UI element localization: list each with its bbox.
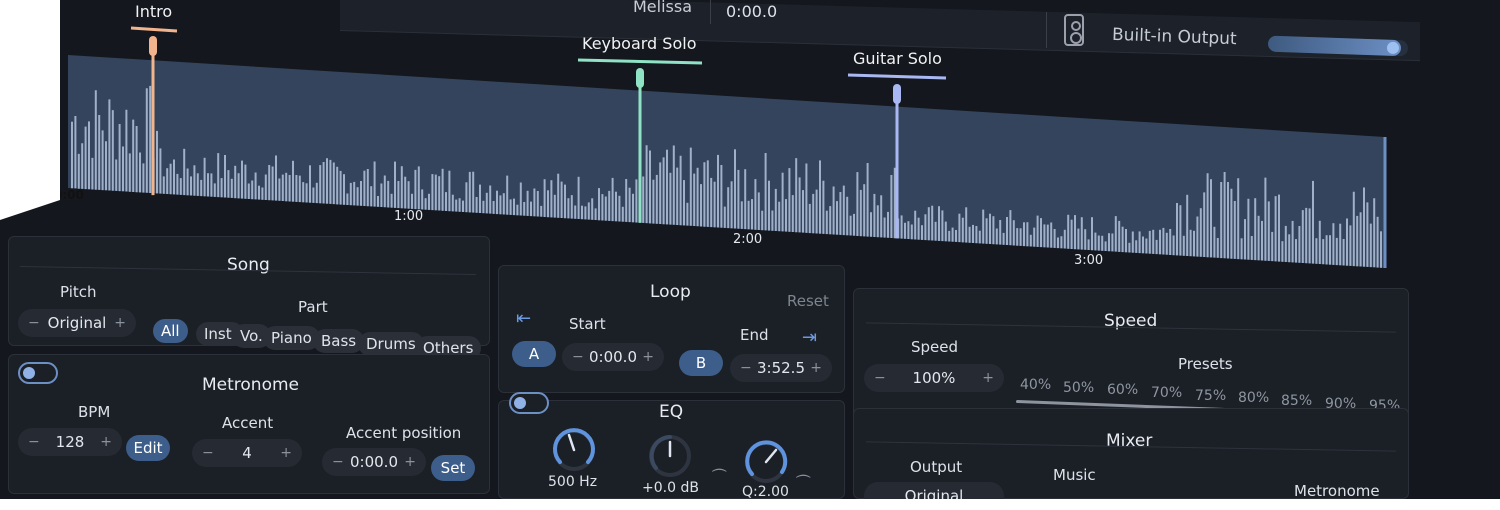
pitch-decrease-button[interactable]: − xyxy=(28,315,40,331)
part-bass-button[interactable]: Bass xyxy=(313,329,365,353)
bpm-value: 128 xyxy=(55,433,85,451)
accent-value: 4 xyxy=(242,444,252,462)
speed-value: 100% xyxy=(912,369,956,387)
pitch-increase-button[interactable]: + xyxy=(114,315,126,331)
metronome-toggle[interactable] xyxy=(18,362,58,384)
accent-position-decrease-button[interactable]: − xyxy=(332,454,344,470)
preset-40[interactable]: 40% xyxy=(1020,377,1051,393)
eq-frequency-value: 500 Hz xyxy=(548,474,598,490)
mixer-metronome-label: Metronome xyxy=(1294,482,1380,500)
accent-stepper[interactable]: − 4 + xyxy=(192,439,302,467)
timeline-start-label: 0:00 xyxy=(54,188,84,202)
marker-label-keyboard-solo[interactable]: Keyboard Solo xyxy=(582,34,696,53)
part-drums-button[interactable]: Drums xyxy=(358,332,424,356)
loop-reset-button[interactable]: Reset xyxy=(787,292,829,310)
speed-stepper[interactable]: − 100% + xyxy=(864,364,1004,392)
mixer-output-label: Output xyxy=(910,458,963,476)
loop-end-decrease-button[interactable]: − xyxy=(740,360,752,376)
marker-handle-keyboard-solo[interactable] xyxy=(636,68,644,88)
part-piano-button[interactable]: Piano xyxy=(263,326,320,350)
jump-to-start-icon[interactable]: ⇤ xyxy=(516,308,531,329)
loop-end-increase-button[interactable]: + xyxy=(810,360,822,376)
speed-increase-button[interactable]: + xyxy=(982,370,994,386)
marker-handle-intro[interactable] xyxy=(149,36,157,56)
accent-decrease-button[interactable]: − xyxy=(202,445,214,461)
loop-start-value: 0:00.0 xyxy=(589,348,637,366)
preset-50[interactable]: 50% xyxy=(1063,380,1094,396)
time-label-3: 3:00 xyxy=(1074,253,1104,268)
presets-label: Presets xyxy=(1178,355,1233,373)
mixer-title: Mixer xyxy=(1106,431,1153,451)
eq-title: EQ xyxy=(659,402,684,422)
time-label-1: 1:00 xyxy=(394,209,424,224)
accent-position-increase-button[interactable]: + xyxy=(404,454,416,470)
part-all-button[interactable]: All xyxy=(153,319,188,343)
accent-position-value: 0:00.0 xyxy=(350,453,398,471)
marker-label-guitar-solo[interactable]: Guitar Solo xyxy=(853,49,942,68)
mixer-music-label: Music xyxy=(1053,466,1096,484)
pitch-value: Original xyxy=(47,314,107,332)
eq-shape-wide-icon[interactable]: ⏜ xyxy=(796,474,810,492)
speed-label: Speed xyxy=(911,338,959,356)
loop-start-label: Start xyxy=(569,315,606,333)
pitch-label: Pitch xyxy=(60,283,97,301)
bpm-stepper[interactable]: − 128 + xyxy=(18,428,122,456)
eq-gain-value: +0.0 dB xyxy=(642,480,699,496)
preset-75[interactable]: 75% xyxy=(1195,388,1226,404)
speed-decrease-button[interactable]: − xyxy=(874,370,886,386)
eq-gain-knob[interactable] xyxy=(646,432,694,480)
eq-toggle[interactable] xyxy=(509,392,549,414)
marker-underline-intro xyxy=(130,26,178,33)
eq-frequency-knob[interactable] xyxy=(550,426,598,474)
loop-end-stepper[interactable]: − 3:52.5 + xyxy=(730,354,832,382)
preset-85[interactable]: 85% xyxy=(1281,393,1312,409)
loop-start-stepper[interactable]: − 0:00.0 + xyxy=(562,343,664,371)
marker-handle-guitar-solo[interactable] xyxy=(893,84,901,104)
marker-underline-guitar-solo xyxy=(847,73,947,80)
mixer-output-select[interactable]: Original xyxy=(864,482,1004,505)
bpm-edit-button[interactable]: Edit xyxy=(126,435,170,461)
app-window: Melissa 0:00.0 Built-in Output 0:00 1:00… xyxy=(0,0,1500,499)
song-title: Song xyxy=(227,255,270,275)
accent-label: Accent xyxy=(222,414,274,432)
jump-to-end-icon[interactable]: ⇥ xyxy=(802,327,817,348)
marker-underline-keyboard-solo xyxy=(577,58,703,65)
loop-title: Loop xyxy=(650,282,691,302)
metronome-title: Metronome xyxy=(202,375,300,395)
bpm-label: BPM xyxy=(78,403,111,421)
mixer-output-value: Original xyxy=(904,487,964,505)
accent-increase-button[interactable]: + xyxy=(280,445,292,461)
eq-q-value: Q:2.00 xyxy=(742,484,789,500)
bpm-increase-button[interactable]: + xyxy=(100,434,112,450)
preset-70[interactable]: 70% xyxy=(1151,385,1182,401)
loop-set-b-button[interactable]: B xyxy=(679,350,723,376)
marker-label-intro[interactable]: Intro xyxy=(135,2,172,21)
loop-set-a-button[interactable]: A xyxy=(512,341,556,367)
accent-position-label: Accent position xyxy=(346,424,462,442)
eq-q-knob[interactable] xyxy=(742,438,790,486)
preset-60[interactable]: 60% xyxy=(1107,382,1138,398)
eq-shape-narrow-icon[interactable]: ⏜ xyxy=(712,468,726,486)
loop-end-value: 3:52.5 xyxy=(757,359,805,377)
loop-start-increase-button[interactable]: + xyxy=(642,349,654,365)
preset-80[interactable]: 80% xyxy=(1238,390,1269,406)
bpm-decrease-button[interactable]: − xyxy=(28,434,40,450)
time-label-2: 2:00 xyxy=(733,232,763,247)
loop-start-decrease-button[interactable]: − xyxy=(572,349,584,365)
pitch-stepper[interactable]: − Original + xyxy=(18,309,136,337)
accent-position-set-button[interactable]: Set xyxy=(431,455,475,481)
part-label: Part xyxy=(298,298,328,316)
loop-end-label: End xyxy=(740,326,769,344)
accent-position-stepper[interactable]: − 0:00.0 + xyxy=(322,448,426,476)
